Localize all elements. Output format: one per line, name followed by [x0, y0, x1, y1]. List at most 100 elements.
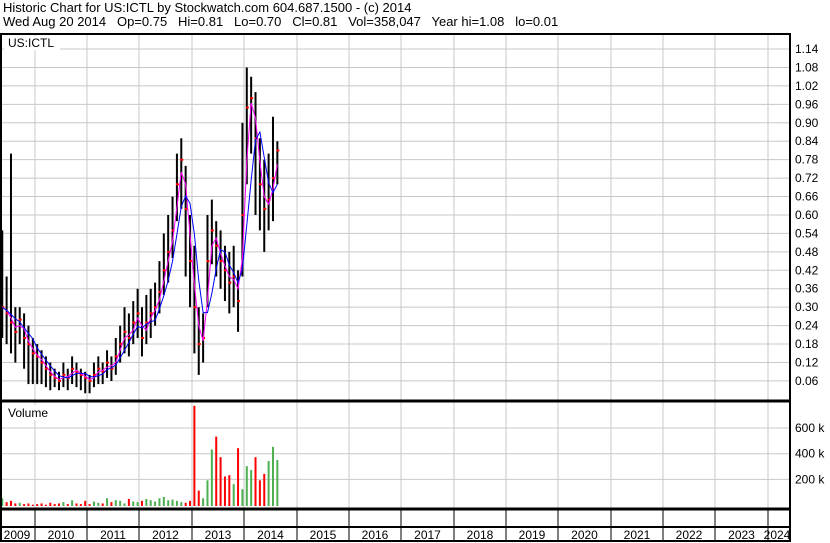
close-marker: [31, 352, 35, 355]
volume-bar: [5, 502, 8, 506]
price-tick-label: 0.42: [795, 263, 819, 277]
volume-bar: [237, 448, 240, 506]
close-marker: [180, 158, 184, 161]
close-marker: [14, 330, 18, 333]
volume-bar: [219, 457, 222, 506]
year-label: 2014: [257, 528, 284, 542]
close-marker: [258, 183, 262, 186]
volume-bar: [263, 473, 266, 506]
year-label: 2012: [152, 528, 179, 542]
volume-bar: [84, 500, 87, 506]
volume-bar: [136, 502, 139, 506]
volume-bar: [62, 502, 65, 506]
price-tick-label: 0.48: [795, 245, 819, 259]
year-label: 2024: [764, 528, 791, 542]
volume-bar: [215, 436, 218, 506]
price-tick-label: 0.06: [795, 374, 819, 388]
price-tick-label: 0.84: [795, 134, 819, 148]
volume-bar: [228, 475, 231, 506]
volume-bar: [101, 503, 104, 506]
close-marker: [237, 300, 241, 303]
volume-bar: [202, 498, 205, 506]
close-marker: [149, 312, 153, 315]
volume-bar: [140, 500, 143, 506]
volume-bar: [171, 499, 174, 506]
year-label: 2023: [728, 528, 755, 542]
volume-bar: [158, 498, 161, 506]
volume-bar: [66, 504, 69, 506]
volume-bar: [232, 484, 235, 506]
price-tick-label: 0.36: [795, 282, 819, 296]
volume-bar: [245, 466, 248, 506]
price-tick-label: 1.14: [795, 42, 819, 56]
volume-bar: [49, 502, 52, 506]
year-label: 2020: [571, 528, 598, 542]
volume-tick-label: 200 k: [795, 472, 825, 486]
year-label: 2022: [676, 528, 703, 542]
close-marker: [245, 106, 249, 109]
close-marker: [210, 229, 214, 232]
long-moving-average-line: [1, 130, 278, 379]
stock-chart-window: Historic Chart for US:ICTL by Stockwatch…: [0, 0, 830, 543]
volume-bar: [175, 500, 178, 506]
close-marker: [49, 373, 53, 376]
volume-bar: [241, 489, 244, 506]
volume-bar: [254, 457, 257, 506]
close-marker: [62, 373, 66, 376]
volume-bar: [53, 504, 56, 506]
close-marker: [58, 380, 62, 382]
symbol-label: US:ICTL: [8, 36, 54, 50]
volume-bar: [9, 500, 12, 506]
volume-bar: [106, 498, 109, 506]
price-tick-label: 0.30: [795, 300, 819, 314]
close-marker: [276, 149, 280, 152]
volume-bar: [119, 500, 122, 506]
volume-bar: [180, 502, 183, 506]
close-marker: [71, 367, 75, 370]
volume-bar: [210, 449, 213, 506]
volume-bar: [145, 498, 148, 506]
volume-label: Volume: [8, 406, 48, 420]
volume-bar: [18, 502, 21, 506]
price-tick-label: 1.02: [795, 79, 819, 93]
year-label: 2016: [362, 528, 389, 542]
chart-border: [0, 33, 791, 542]
volume-bar: [23, 504, 26, 506]
year-label: 2017: [414, 528, 441, 542]
volume-tick-label: 400 k: [795, 447, 825, 461]
volume-bar: [132, 501, 135, 506]
volume-bar: [189, 500, 192, 506]
close-marker: [123, 330, 127, 333]
short-moving-average-line: [1, 102, 278, 381]
volume-bar: [44, 504, 47, 506]
volume-bar: [75, 503, 78, 506]
year-label: 2011: [100, 528, 126, 542]
volume-bar: [184, 502, 187, 506]
close-marker: [189, 260, 193, 263]
volume-bar: [79, 504, 82, 506]
year-label: 2013: [205, 528, 232, 542]
price-tick-label: 0.66: [795, 190, 819, 204]
close-marker: [132, 321, 136, 324]
close-marker: [18, 318, 22, 321]
volume-bar: [154, 501, 157, 506]
close-marker: [175, 183, 179, 186]
volume-bar: [206, 480, 209, 506]
close-marker: [184, 207, 188, 210]
volume-bar: [14, 503, 17, 506]
volume-bar: [267, 461, 270, 506]
volume-bar: [127, 498, 130, 506]
close-marker: [23, 336, 27, 339]
close-marker: [219, 260, 223, 263]
price-tick-label: 0.90: [795, 116, 819, 130]
close-marker: [228, 281, 232, 284]
close-marker: [206, 260, 210, 263]
close-marker: [97, 367, 101, 370]
price-tick-label: 0.54: [795, 226, 819, 240]
volume-bar: [36, 504, 39, 506]
volume-bar: [123, 503, 126, 506]
year-label: 2018: [467, 528, 494, 542]
volume-bar: [250, 470, 253, 506]
volume-bar: [193, 405, 196, 506]
volume-bar: [223, 476, 226, 506]
